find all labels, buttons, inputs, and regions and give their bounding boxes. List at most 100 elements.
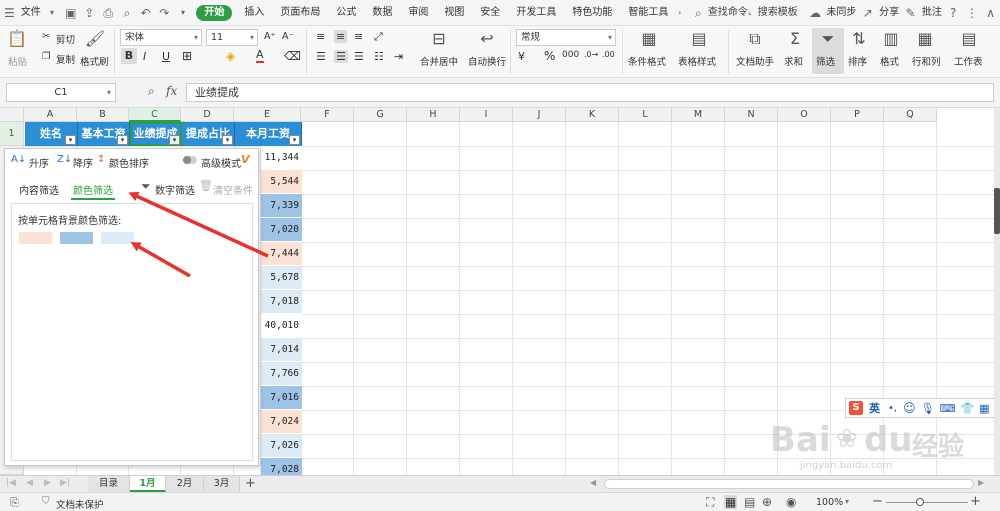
last-sheet-icon[interactable]: ▶| bbox=[60, 478, 70, 488]
tab-home[interactable]: 开始 bbox=[196, 4, 233, 21]
worksheet-button[interactable]: 工作表 bbox=[954, 54, 983, 68]
tab-smart-tools[interactable]: 智能工具 bbox=[620, 0, 670, 26]
filter-button[interactable]: 筛选 bbox=[816, 54, 835, 68]
sheet-tab-feb[interactable]: 2月 bbox=[166, 476, 204, 492]
cell-e-value[interactable]: 7,766 bbox=[260, 362, 302, 386]
redo-icon[interactable]: ↷ bbox=[158, 6, 171, 20]
sheet-tab-catalog[interactable]: 目录 bbox=[88, 476, 130, 492]
sogou-icon[interactable]: S bbox=[849, 401, 863, 415]
sort-button[interactable]: 排序 bbox=[848, 54, 867, 68]
emoji-icon[interactable]: ☺ bbox=[903, 401, 916, 415]
italic-button[interactable]: I bbox=[143, 50, 146, 63]
tab-developer[interactable]: 开发工具 bbox=[508, 0, 564, 26]
cell-e-value[interactable]: 40,010 bbox=[260, 314, 302, 338]
cell-e-value[interactable]: 7,444 bbox=[260, 242, 302, 266]
sort-asc-icon[interactable]: A↓ bbox=[11, 154, 26, 165]
protect-status[interactable]: 文档未保护 bbox=[56, 497, 104, 511]
wrap-text-button[interactable]: 自动换行 bbox=[468, 54, 506, 68]
indent-icon[interactable]: ⇥ bbox=[394, 50, 403, 63]
orientation-icon[interactable]: ⤢ bbox=[374, 30, 383, 44]
cell-e-value[interactable]: 5,678 bbox=[260, 266, 302, 290]
undo-icon[interactable]: ↶ bbox=[139, 6, 152, 20]
add-sheet-button[interactable]: + bbox=[245, 476, 256, 491]
cell-e-value[interactable]: 7,016 bbox=[260, 386, 302, 410]
increase-font-icon[interactable]: A⁺ bbox=[264, 31, 276, 42]
format-icon[interactable]: ▥ bbox=[878, 29, 904, 49]
swatch-peach[interactable] bbox=[19, 232, 52, 244]
header-cell-monthly-salary[interactable]: 本月工资 ▾ bbox=[235, 122, 302, 146]
search-icon[interactable]: ⌕ bbox=[692, 6, 705, 20]
table-style-button[interactable]: 表格样式 bbox=[678, 54, 716, 68]
column-header-e[interactable]: E bbox=[234, 108, 301, 122]
paste-icon[interactable]: 📋 bbox=[4, 29, 30, 49]
advanced-mode-toggle[interactable] bbox=[183, 156, 197, 164]
cell-e-value[interactable]: 7,020 bbox=[260, 218, 302, 242]
column-header-h[interactable]: H bbox=[407, 108, 460, 122]
font-name-select[interactable]: 宋体 ▾ bbox=[120, 29, 202, 46]
chevron-down-icon[interactable]: ▾ bbox=[46, 6, 59, 20]
tab-view[interactable]: 视图 bbox=[436, 0, 472, 26]
merge-center-icon[interactable]: ⊟ bbox=[426, 29, 452, 49]
decrease-font-icon[interactable]: A⁻ bbox=[282, 31, 294, 42]
align-left-icon[interactable]: ☰ bbox=[316, 50, 326, 63]
worksheet-icon[interactable]: ▤ bbox=[956, 29, 982, 49]
eye-protect-icon[interactable]: ◉ bbox=[786, 495, 796, 509]
filter-dropdown-icon[interactable]: ▾ bbox=[222, 135, 233, 145]
currency-icon[interactable]: ¥ bbox=[518, 50, 525, 63]
column-header-n[interactable]: N bbox=[725, 108, 778, 122]
copy-icon[interactable]: ❐ bbox=[42, 51, 51, 62]
column-header-j[interactable]: J bbox=[513, 108, 566, 122]
tab-page-layout[interactable]: 页面布局 bbox=[272, 0, 328, 26]
prev-sheet-icon[interactable]: ◀ bbox=[26, 478, 33, 488]
mic-icon[interactable]: 🎙 bbox=[921, 402, 935, 415]
tab-review[interactable]: 审阅 bbox=[400, 0, 436, 26]
sort-asc-button[interactable]: 升序 bbox=[29, 155, 49, 170]
clear-icon[interactable]: ⌫ bbox=[284, 49, 301, 63]
cell-e-value[interactable]: 7,028 bbox=[260, 458, 302, 475]
cell-e-value[interactable]: 7,026 bbox=[260, 434, 302, 458]
scroll-left-icon[interactable]: ◀ bbox=[590, 478, 596, 487]
fill-color-icon[interactable]: ◈ bbox=[226, 49, 235, 63]
cell-e-value[interactable]: 11,344 bbox=[260, 146, 302, 170]
copy-button[interactable]: 复制 bbox=[56, 52, 75, 66]
trash-icon[interactable]: 🗑 bbox=[199, 179, 213, 192]
bold-button[interactable]: B bbox=[121, 48, 137, 64]
zoom-level[interactable]: 100% bbox=[816, 497, 843, 508]
share-button[interactable]: 分享 bbox=[877, 0, 901, 26]
ime-mode[interactable]: 英 bbox=[869, 400, 880, 416]
next-sheet-icon[interactable]: ▶ bbox=[44, 478, 51, 488]
header-cell-commission[interactable]: 业绩提成 ▾ bbox=[130, 122, 182, 146]
fx-label[interactable]: fx bbox=[166, 84, 177, 98]
cell-e-value[interactable]: 7,018 bbox=[260, 290, 302, 314]
zoom-in-button[interactable]: + bbox=[970, 494, 981, 509]
cell-e-value[interactable]: 7,339 bbox=[260, 194, 302, 218]
sort-desc-icon[interactable]: Z↓ bbox=[57, 154, 72, 165]
wrap-text-icon[interactable]: ↩ bbox=[474, 29, 500, 49]
cut-icon[interactable]: ✂ bbox=[42, 31, 50, 42]
row-header-1[interactable]: 1 bbox=[0, 122, 24, 146]
column-header-o[interactable]: O bbox=[778, 108, 831, 122]
column-header-i[interactable]: I bbox=[460, 108, 513, 122]
command-search-input[interactable]: 查找命令、搜索模板 bbox=[708, 0, 806, 26]
zoom-search-icon[interactable]: ⌕ bbox=[148, 84, 155, 99]
swatch-medium-blue[interactable] bbox=[60, 232, 93, 244]
print-icon[interactable]: ⎙ bbox=[102, 6, 115, 20]
swatch-light-blue[interactable] bbox=[101, 232, 134, 244]
first-sheet-icon[interactable]: |◀ bbox=[6, 478, 16, 488]
filter-icon[interactable]: ⏷ bbox=[815, 29, 841, 49]
sort-desc-button[interactable]: 降序 bbox=[73, 155, 93, 170]
keyboard-icon[interactable]: ⌨ bbox=[940, 402, 956, 415]
number-filter-icon[interactable]: ⏷ bbox=[141, 179, 151, 194]
sort-icon[interactable]: ⇅ bbox=[846, 29, 872, 49]
header-cell-name[interactable]: 姓名 ▾ bbox=[25, 122, 78, 146]
tab-data[interactable]: 数据 bbox=[364, 0, 400, 26]
tab-special[interactable]: 特色功能 bbox=[564, 0, 620, 26]
sum-icon[interactable]: Σ bbox=[782, 29, 808, 49]
more-icon[interactable]: ⋮ bbox=[966, 6, 979, 20]
zoom-out-button[interactable]: − bbox=[872, 494, 883, 509]
help-icon[interactable]: ? bbox=[947, 6, 960, 20]
conditional-format-icon[interactable]: ▦ bbox=[636, 29, 662, 49]
macro-icon[interactable]: ⎘ bbox=[10, 496, 19, 510]
underline-button[interactable]: U bbox=[162, 50, 170, 63]
column-header-g[interactable]: G bbox=[354, 108, 407, 122]
